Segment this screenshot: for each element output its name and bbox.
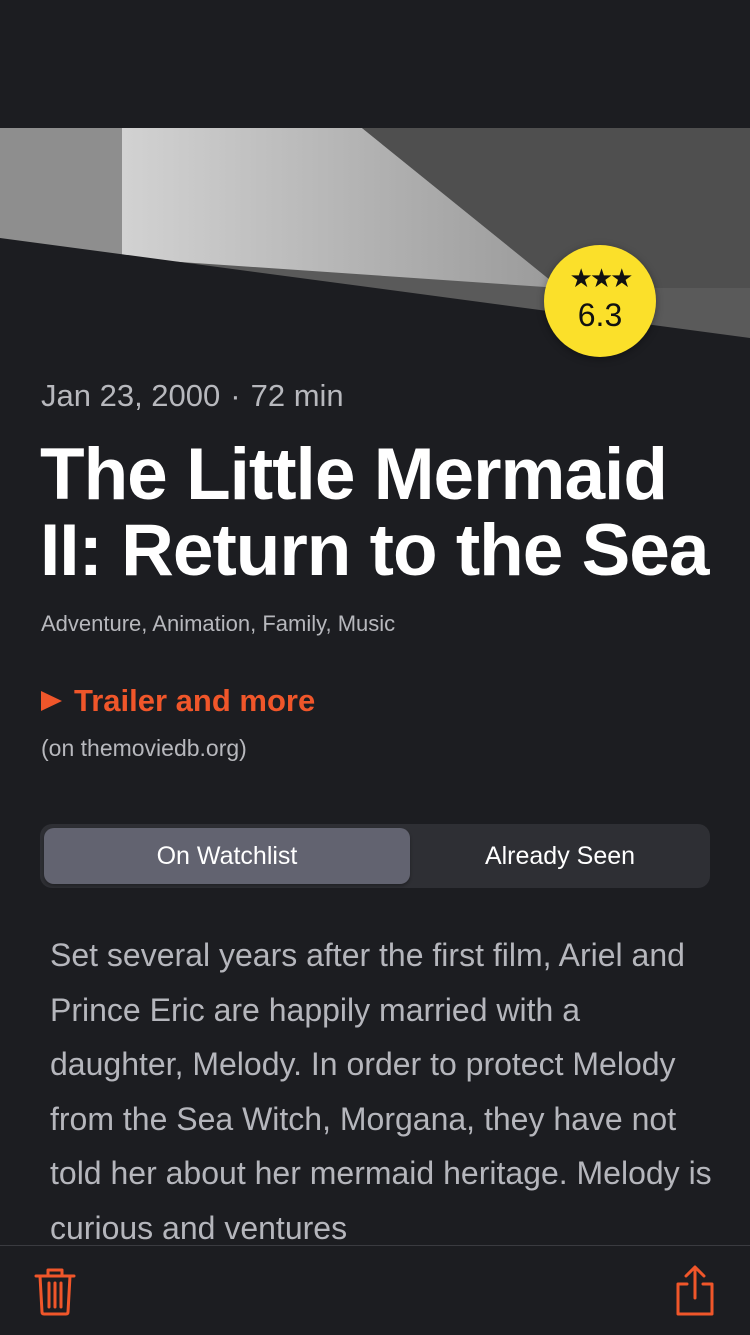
runtime: 72 min [250,378,344,413]
rating-score: 6.3 [577,297,623,333]
bottom-toolbar [0,1245,750,1335]
movie-title: The Little Mermaid II: Return to the Sea [40,434,710,591]
rating-stars-icon: ★★★ [569,263,634,293]
watch-status-segmented-control: On Watchlist Already Seen [40,824,710,888]
segment-already-seen[interactable]: Already Seen [414,828,706,884]
trailer-link[interactable]: Trailer and more [41,683,315,719]
movie-overview: Set several years after the first film, … [50,937,712,1246]
navigation-bar [0,0,750,128]
release-date: Jan 23, 2000 [41,378,221,413]
trash-icon[interactable] [30,1264,80,1318]
trailer-link-label: Trailer and more [74,683,316,718]
genre-list: Adventure, Animation, Family, Music [41,611,396,636]
share-icon[interactable] [670,1264,720,1318]
segment-on-watchlist[interactable]: On Watchlist [44,828,410,884]
rating-badge: ★★★ 6.3 [544,245,656,357]
play-icon [41,691,62,711]
release-info: Jan 23, 2000 · 72 min [41,378,344,414]
separator-dot: · [230,378,241,413]
trailer-source-note: (on themoviedb.org) [41,735,247,761]
